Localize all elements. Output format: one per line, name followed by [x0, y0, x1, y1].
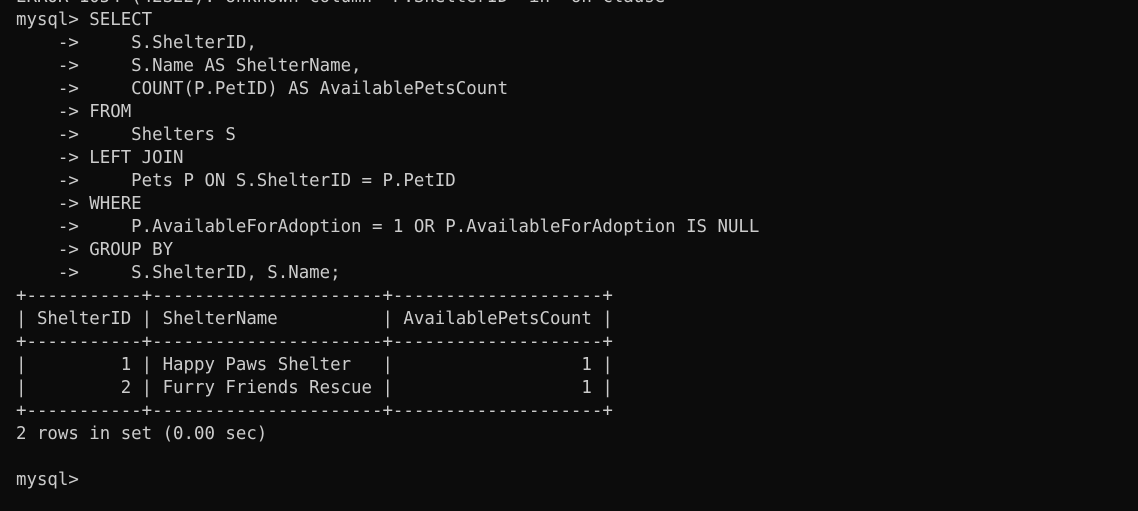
sql-group-by-line: -> GROUP BY: [16, 240, 174, 260]
sql-condition-line: -> P.AvailableForAdoption = 1 OR P.Avail…: [16, 217, 760, 237]
result-table-border: +-----------+----------------------+----…: [16, 401, 613, 421]
sql-from-line: -> FROM: [16, 102, 132, 122]
sql-join-condition-line: -> Pets P ON S.ShelterID = P.PetID: [16, 171, 456, 191]
sql-join-line: -> LEFT JOIN: [16, 148, 184, 168]
sql-column-line: -> S.Name AS ShelterName,: [16, 56, 362, 76]
sql-column-line: -> S.ShelterID,: [16, 33, 257, 53]
result-summary-line: 2 rows in set (0.00 sec): [16, 424, 268, 444]
error-message-line: ERROR 1054 (42S22): Unknown column 'P.Sh…: [16, 0, 759, 9]
result-table-border: +-----------+----------------------+----…: [16, 286, 613, 306]
prompt-text: mysql>: [16, 470, 90, 490]
result-table-border: +-----------+----------------------+----…: [16, 332, 613, 352]
command-prompt-line[interactable]: mysql>: [16, 469, 759, 492]
sql-group-columns-line: -> S.ShelterID, S.Name;: [16, 263, 341, 283]
terminal-output: ERROR 1054 (42S22): Unknown column 'P.Sh…: [16, 0, 759, 492]
cursor: [89, 469, 99, 492]
result-table-header: | ShelterID | ShelterName | AvailablePet…: [16, 309, 613, 329]
result-table-row: | 1 | Happy Paws Shelter | 1 |: [16, 355, 613, 375]
sql-column-line: -> COUNT(P.PetID) AS AvailablePetsCount: [16, 79, 509, 99]
result-table-row: | 2 | Furry Friends Rescue | 1 |: [16, 378, 613, 398]
sql-select-line: mysql> SELECT: [16, 10, 153, 30]
terminal-window[interactable]: ERROR 1054 (42S22): Unknown column 'P.Sh…: [0, 0, 1138, 511]
sql-table-line: -> Shelters S: [16, 125, 236, 145]
sql-where-line: -> WHERE: [16, 194, 142, 214]
